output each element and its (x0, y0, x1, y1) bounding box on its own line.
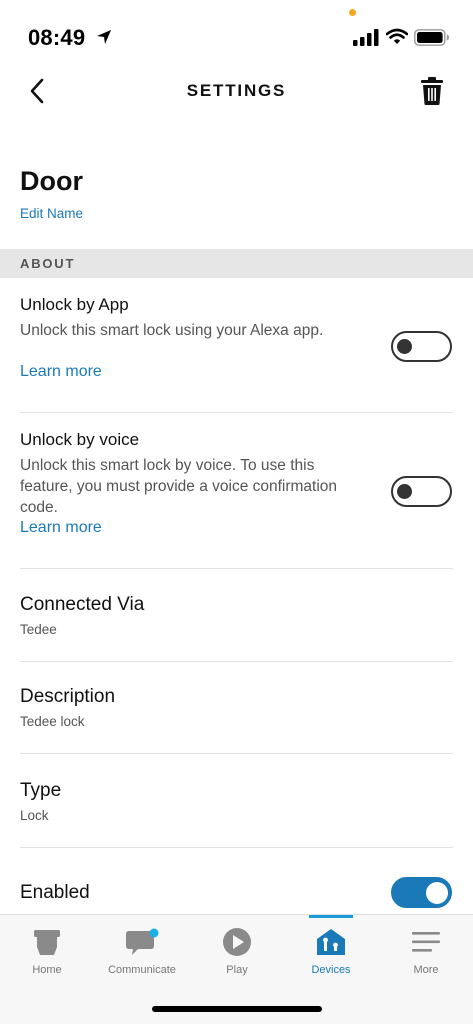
location-arrow-icon (97, 30, 111, 44)
divider (20, 568, 453, 569)
connected-via-label: Connected Via (20, 594, 145, 615)
chat-bubble-icon (126, 928, 159, 955)
description-value: Tedee lock (20, 714, 85, 729)
page-title: SETTINGS (186, 81, 287, 100)
delete-button[interactable] (416, 74, 448, 108)
unlock-app-toggle[interactable] (391, 331, 452, 362)
tab-label: Devices (311, 964, 351, 976)
tab-communicate[interactable]: Communicate (95, 915, 189, 995)
toggle-knob (397, 339, 412, 354)
tab-home[interactable]: Home (0, 915, 94, 995)
divider (20, 412, 453, 413)
toggle-knob (426, 882, 448, 904)
menu-icon (412, 932, 440, 952)
tab-label: More (413, 964, 439, 976)
divider (20, 753, 453, 754)
tab-label: Home (32, 964, 62, 976)
divider (20, 661, 453, 662)
tab-label: Communicate (108, 964, 176, 976)
tab-devices[interactable]: Devices (284, 915, 378, 995)
type-value: Lock (20, 808, 49, 823)
description-label: Description (20, 686, 116, 707)
status-time: 08:49 (28, 25, 86, 50)
battery-icon (414, 29, 449, 46)
tab-label: Play (226, 964, 248, 976)
tab-play[interactable]: Play (190, 915, 284, 995)
unlock-app-title: Unlock by App (20, 295, 129, 314)
signal-icon (353, 29, 379, 46)
home-indicator[interactable] (152, 1006, 322, 1012)
unlock-app-learn-more-link[interactable]: Learn more (20, 363, 102, 381)
type-label: Type (20, 780, 62, 801)
privacy-indicator-dot (349, 9, 356, 16)
unlock-voice-description: Unlock this smart lock by voice. To use … (20, 457, 338, 516)
enabled-label: Enabled (20, 882, 90, 903)
home-icon (34, 930, 60, 955)
devices-icon (317, 929, 345, 955)
nav-bar: SETTINGS (0, 60, 473, 120)
divider (20, 847, 453, 848)
trash-icon (421, 77, 443, 105)
tab-more[interactable]: More (379, 915, 473, 995)
status-bar: 08:49 (0, 0, 473, 56)
edit-name-link[interactable]: Edit Name (20, 206, 83, 221)
unlock-voice-title: Unlock by voice (20, 430, 140, 449)
enabled-toggle[interactable] (391, 877, 452, 908)
device-name: Door (20, 166, 83, 196)
connected-via-value: Tedee (20, 622, 57, 637)
play-icon (223, 928, 251, 956)
unlock-voice-toggle[interactable] (391, 476, 452, 507)
section-header-about: ABOUT (0, 249, 473, 278)
toggle-knob (397, 484, 412, 499)
section-header-label: ABOUT (20, 256, 76, 271)
unlock-app-description: Unlock this smart lock using your Alexa … (20, 322, 324, 339)
unlock-voice-learn-more-link[interactable]: Learn more (20, 519, 102, 537)
wifi-icon (386, 28, 408, 44)
